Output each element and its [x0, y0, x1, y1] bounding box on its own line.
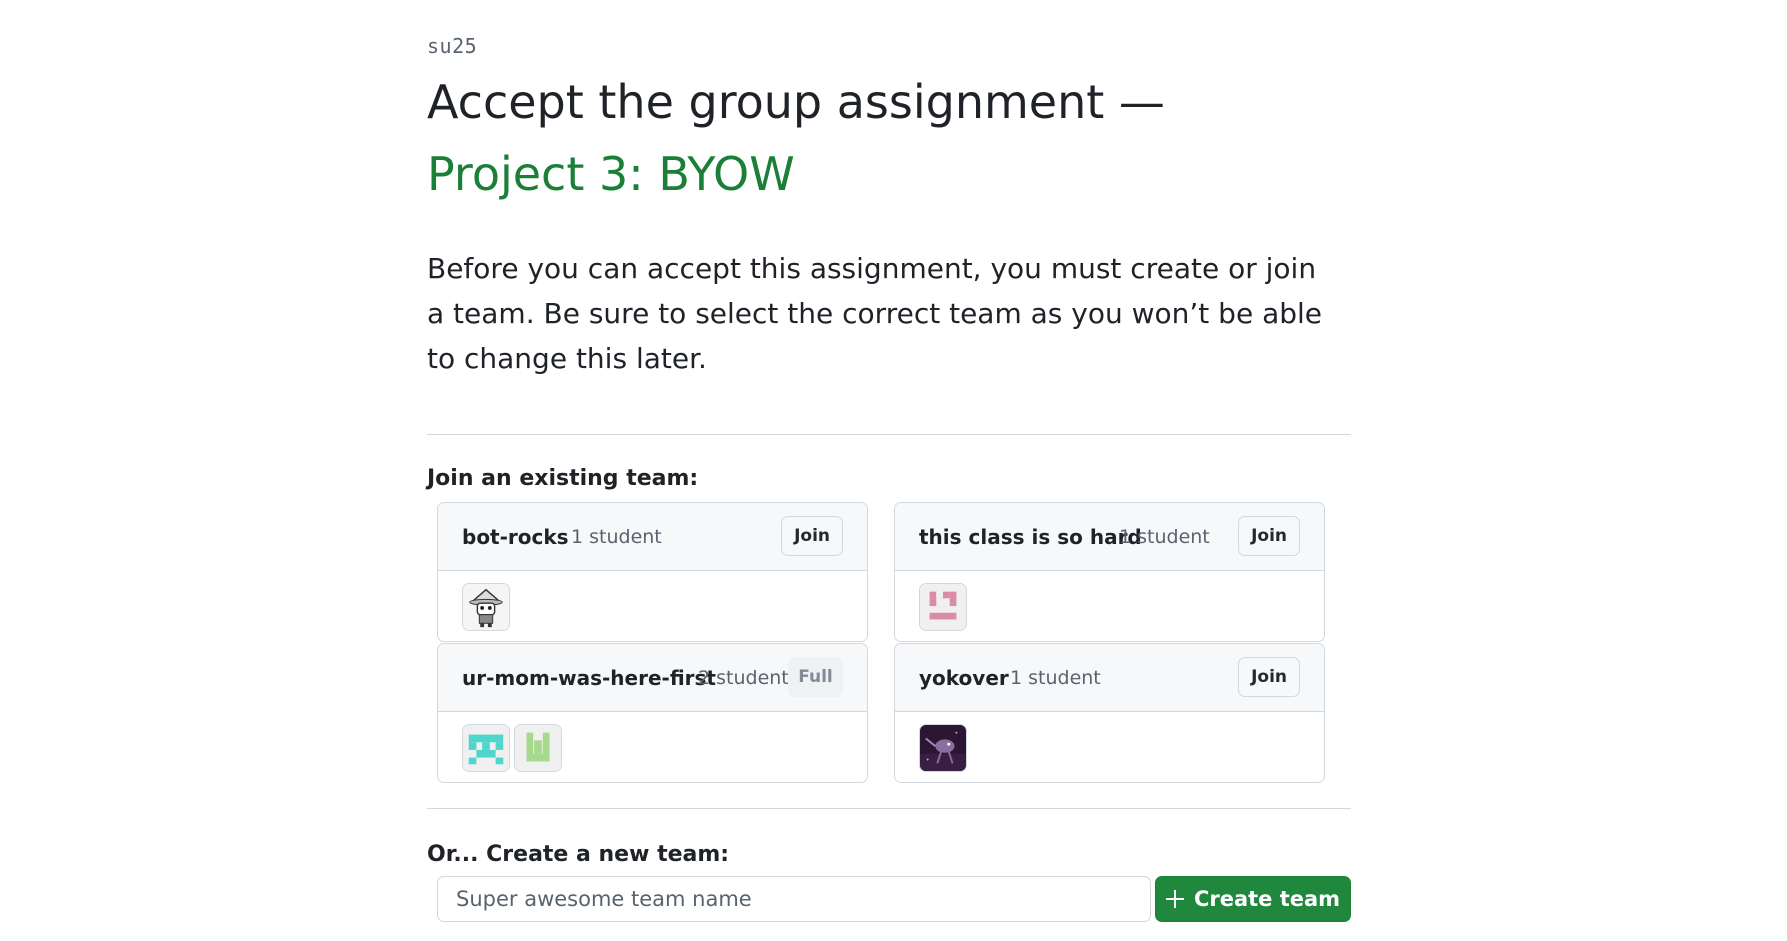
create-team-button[interactable]: Create team	[1155, 876, 1351, 922]
assignment-name: Project 3: BYOW	[427, 147, 795, 201]
divider	[427, 434, 1351, 435]
team-card-this-class-is-so-hard: this class is so hard 1 student Join	[894, 502, 1325, 642]
team-members	[462, 583, 510, 631]
team-name: ur-mom-was-here-first	[462, 666, 716, 690]
team-full-badge: Full	[788, 657, 843, 697]
green-identicon-avatar[interactable]	[514, 724, 562, 772]
team-member-count: 1 student	[1010, 667, 1101, 689]
join-heading: Join an existing team:	[427, 466, 699, 491]
classroom-label: su25	[427, 34, 478, 58]
page-title: Accept the group assignment —	[427, 75, 1165, 129]
create-team-label: Create team	[1193, 887, 1341, 911]
team-name: yokover	[919, 666, 1009, 690]
team-header: ur-mom-was-here-first 2 students Full	[438, 644, 867, 712]
join-team-button[interactable]: Join	[1238, 657, 1300, 697]
team-name-input[interactable]	[437, 876, 1151, 922]
team-member-count: 1 student	[1119, 526, 1210, 548]
team-members	[462, 724, 562, 772]
team-header: this class is so hard 1 student Join	[895, 503, 1324, 571]
team-member-count: 2 students	[698, 667, 799, 689]
purple-creature-avatar[interactable]	[919, 724, 967, 772]
robot-hat-avatar[interactable]	[462, 583, 510, 631]
team-name: this class is so hard	[919, 525, 1142, 549]
team-card-ur-mom-was-here-first: ur-mom-was-here-first 2 students Full	[437, 643, 868, 783]
pink-identicon-avatar[interactable]	[919, 583, 967, 631]
plus-icon	[1165, 890, 1184, 908]
team-members	[919, 583, 967, 631]
divider	[427, 808, 1351, 809]
team-header: yokover 1 student Join	[895, 644, 1324, 712]
team-header: bot-rocks 1 student Join	[438, 503, 867, 571]
team-name: bot-rocks	[462, 525, 569, 549]
intro-text: Before you can accept this assignment, y…	[427, 252, 1323, 375]
team-member-count: 1 student	[571, 526, 662, 548]
create-heading: Or... Create a new team:	[427, 842, 730, 867]
team-card-bot-rocks: bot-rocks 1 student Join	[437, 502, 868, 642]
team-members	[919, 724, 967, 772]
join-team-button[interactable]: Join	[781, 516, 843, 556]
team-card-yokover: yokover 1 student Join	[894, 643, 1325, 783]
join-team-button[interactable]: Join	[1238, 516, 1300, 556]
teal-identicon-avatar[interactable]	[462, 724, 510, 772]
